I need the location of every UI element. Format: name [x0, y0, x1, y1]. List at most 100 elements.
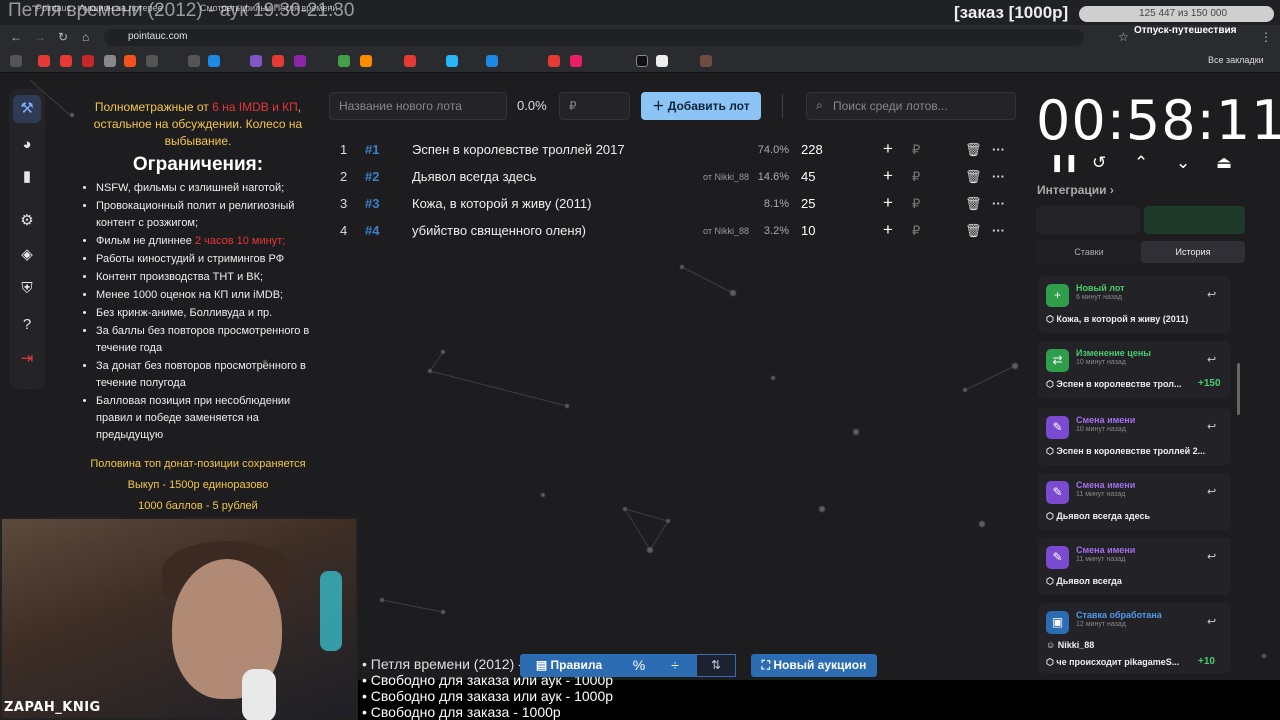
bookmark-icon[interactable] [82, 55, 94, 67]
lot-title[interactable]: Эспен в королевстве троллей 2017 [412, 142, 625, 157]
add-lot-button[interactable]: ＋ Добавить лот [641, 92, 761, 120]
rules-button-label: Правила [550, 658, 603, 672]
url-field[interactable]: pointauc.com [104, 29, 1084, 46]
stats-icon[interactable]: ▮ [13, 163, 41, 191]
bookmark-icon[interactable] [486, 55, 498, 67]
bookmark-icon[interactable] [360, 55, 372, 67]
reset-icon[interactable]: ↺ [1092, 153, 1106, 173]
lot-search-input[interactable]: ⌕ Поиск среди лотов... [806, 92, 1016, 120]
integration-donations[interactable] [1036, 206, 1140, 234]
trash-icon[interactable]: 🗑 [965, 196, 982, 212]
double-up-icon[interactable]: ⏏ [1216, 153, 1232, 173]
lot-amount[interactable]: 10 [801, 223, 815, 238]
trash-icon[interactable]: 🗑 [965, 223, 982, 239]
home-icon[interactable]: ⌂ [82, 30, 89, 44]
bookmark-icon[interactable] [188, 55, 200, 67]
subtract-time-icon[interactable]: ⌄ [1176, 153, 1190, 173]
layers-icon[interactable]: ◈ [13, 241, 41, 269]
add-bid-icon[interactable]: + [883, 139, 893, 159]
new-auction-button[interactable]: ⛶ Новый аукцион [751, 654, 877, 677]
lot-title[interactable]: убийство священного оленя) [412, 223, 586, 238]
tab-bids[interactable]: Ставки [1037, 241, 1141, 263]
bookmark-icon[interactable] [656, 55, 668, 67]
bookmark-icon[interactable] [250, 55, 262, 67]
undo-icon[interactable]: ↩ [1207, 420, 1216, 433]
history-scrollbar[interactable] [1237, 363, 1240, 415]
more-icon[interactable]: ··· [992, 223, 1005, 238]
sort-icon[interactable]: ⇅ [696, 654, 736, 677]
reload-icon[interactable]: ↻ [58, 30, 68, 44]
ruble-icon[interactable]: ₽ [912, 169, 920, 185]
logout-icon[interactable]: ⇥ [13, 345, 41, 373]
undo-icon[interactable]: ↩ [1207, 550, 1216, 563]
undo-icon[interactable]: ↩ [1207, 615, 1216, 628]
trash-icon[interactable]: 🗑 [965, 142, 982, 158]
lot-title[interactable]: Дьявол всегда здесь [412, 169, 536, 184]
add-bid-icon[interactable]: + [883, 193, 893, 213]
bookmark-icon[interactable] [272, 55, 284, 67]
ruble-icon[interactable]: ₽ [912, 196, 920, 212]
bid-processed-icon: ▣ [1046, 611, 1069, 634]
add-bid-icon[interactable]: + [883, 220, 893, 240]
bookmark-icon[interactable] [570, 55, 582, 67]
undo-icon[interactable]: ↩ [1207, 485, 1216, 498]
all-bookmarks[interactable]: Все закладки [1208, 55, 1264, 65]
bookmark-icon[interactable] [294, 55, 306, 67]
more-icon[interactable]: ··· [992, 142, 1005, 157]
rules-button[interactable]: ▤ Правила [520, 654, 618, 677]
bookmark-icon[interactable] [446, 55, 458, 67]
back-icon[interactable]: ← [10, 30, 22, 44]
pause-icon[interactable]: ❚❚ [1050, 153, 1079, 173]
bookmark-icon[interactable] [700, 55, 712, 67]
bookmark-icon[interactable] [548, 55, 560, 67]
star-icon[interactable]: ☆ [1118, 30, 1129, 44]
shield-icon[interactable]: ⛨ [13, 275, 41, 303]
rule-item: Контент производства ТНТ и ВК; [96, 269, 318, 286]
bookmark-icon[interactable] [104, 55, 116, 67]
bookmark-icon[interactable] [38, 55, 50, 67]
wheel-icon[interactable]: ◕ [13, 131, 41, 159]
tab-history[interactable]: История [1141, 241, 1245, 263]
new-lot-icon: + [1046, 284, 1069, 307]
apps-icon[interactable] [10, 55, 22, 67]
settings-icon[interactable]: ⚙ [13, 207, 41, 235]
help-icon[interactable]: ? [13, 311, 41, 339]
lot-author: от Nikki_88 [703, 226, 749, 236]
history-lot-name: Дьявол всегда здесь [1056, 511, 1151, 521]
more-icon[interactable]: ··· [992, 169, 1005, 184]
lot-amount[interactable]: 228 [801, 142, 823, 157]
new-lot-input[interactable]: Название нового лота [329, 92, 507, 120]
bookmark-icon[interactable] [60, 55, 72, 67]
bookmark-icon[interactable] [636, 55, 648, 67]
new-lot-amount-input[interactable]: ₽ [559, 92, 630, 120]
lot-number: 3 [340, 196, 348, 211]
bookmark-icon[interactable] [208, 55, 220, 67]
bookmark-icon[interactable] [124, 55, 136, 67]
trash-icon[interactable]: 🗑 [965, 169, 982, 185]
bookmark-icon[interactable] [338, 55, 350, 67]
ruble-icon[interactable]: ₽ [912, 142, 920, 158]
lot-amount[interactable]: 25 [801, 196, 815, 211]
forward-icon[interactable]: → [34, 30, 46, 44]
bookmark-icon[interactable] [146, 55, 158, 67]
bottom-toolbar: ▤ Правила % ÷ ⇅ [520, 654, 736, 677]
integration-points[interactable] [1144, 206, 1245, 234]
rule-item: Без кринж-аниме, Болливуда и пр. [96, 305, 318, 322]
undo-icon[interactable]: ↩ [1207, 353, 1216, 366]
add-bid-icon[interactable]: + [883, 166, 893, 186]
lot-id: #1 [365, 142, 380, 157]
add-time-icon[interactable]: ⌃ [1134, 153, 1148, 173]
lot-title[interactable]: Кожа, в которой я живу (2011) [412, 196, 591, 211]
split-icon[interactable]: ÷ [654, 654, 696, 677]
ruble-icon[interactable]: ₽ [912, 223, 920, 239]
integrations-link[interactable]: Интеграции › [1037, 183, 1114, 197]
more-icon[interactable]: ··· [992, 196, 1005, 211]
undo-icon[interactable]: ↩ [1207, 288, 1216, 301]
auction-icon[interactable]: ⚒ [13, 95, 41, 123]
menu-icon[interactable]: ⋮ [1260, 30, 1272, 44]
history-body: ⬡ Дьявол всегда здесь [1046, 511, 1151, 521]
bookmark-icon[interactable] [404, 55, 416, 67]
lot-id: #4 [365, 223, 380, 238]
lot-amount[interactable]: 45 [801, 169, 815, 184]
history-lot-name: че происходит pikagameS... [1056, 657, 1180, 667]
